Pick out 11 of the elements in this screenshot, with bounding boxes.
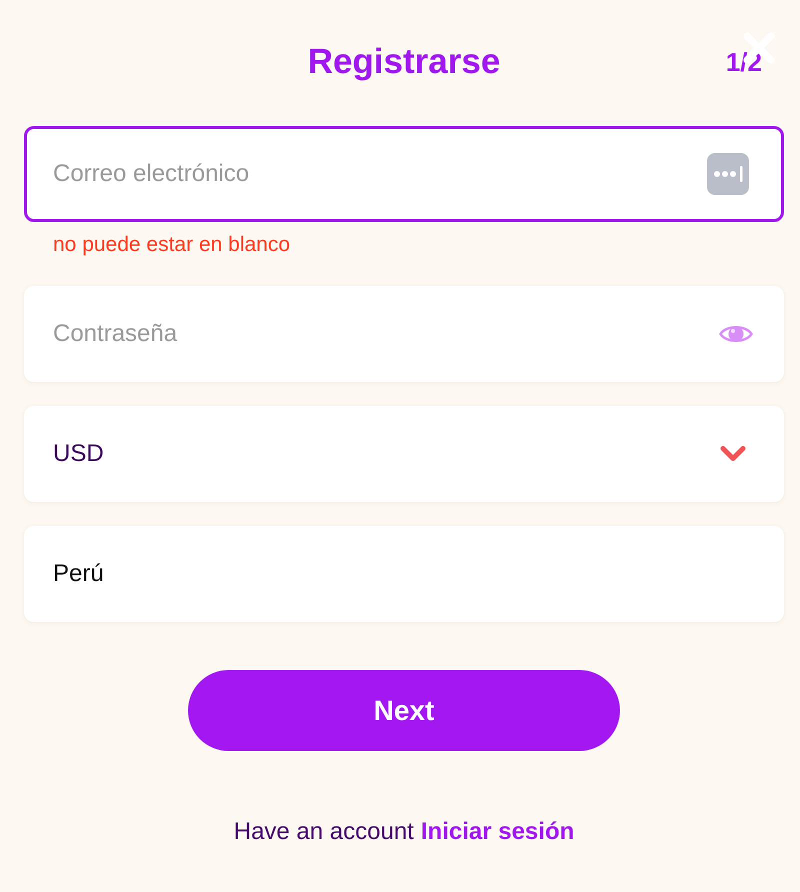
have-account-text: Have an account [234,817,414,847]
email-field[interactable]: Correo electrónico [24,126,784,222]
error-message: no puede estar en blanco [53,232,290,258]
password-field[interactable]: Contraseña [24,286,784,382]
dots-tile-icon [707,153,749,195]
country-field[interactable]: Perú [24,526,784,622]
sign-in-link[interactable]: Iniciar sesión [420,817,574,847]
currency-select[interactable]: USD [24,406,784,502]
form-title: Registrarse [308,41,500,83]
next-button[interactable]: Next [188,670,620,751]
chevron-down-icon [720,446,746,462]
